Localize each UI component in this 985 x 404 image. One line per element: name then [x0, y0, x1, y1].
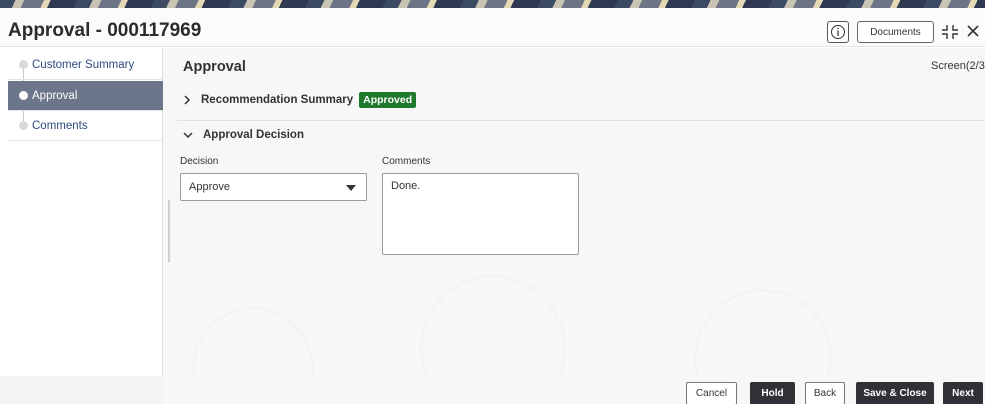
scroll-handle[interactable]	[168, 200, 170, 262]
page-title: Approval - 000117969	[8, 20, 202, 41]
documents-button[interactable]: Documents	[857, 21, 934, 43]
comments-textarea[interactable]: Done.	[382, 173, 579, 255]
sidebar-bottom	[0, 376, 163, 404]
info-button[interactable]	[827, 21, 849, 43]
screen-indicator: Screen(2/3)	[931, 60, 985, 72]
next-button[interactable]: Next	[943, 382, 983, 404]
sidebar-item-comments[interactable]: Comments	[8, 111, 163, 141]
step-dot-icon	[19, 91, 28, 100]
step-dot-icon	[19, 121, 28, 130]
chevron-right-icon	[184, 95, 191, 105]
step-dot-icon	[19, 60, 28, 69]
save-close-button[interactable]: Save & Close	[856, 382, 934, 404]
caret-down-icon	[346, 185, 356, 191]
top-decorative-strip	[0, 0, 985, 8]
cancel-button[interactable]: Cancel	[686, 382, 737, 404]
sidebar-item-label: Comments	[32, 119, 88, 132]
approval-decision-toggle[interactable]: Approval Decision	[183, 124, 304, 146]
decision-value: Approve	[189, 181, 230, 193]
hold-button[interactable]: Hold	[750, 382, 795, 404]
sidebar-item-approval[interactable]: Approval	[8, 81, 163, 111]
decision-select[interactable]: Approve	[180, 173, 367, 201]
section-title: Approval	[183, 59, 246, 75]
divider	[177, 120, 985, 121]
recommendation-summary-toggle[interactable]: Recommendation Summary Approved	[183, 89, 417, 111]
decision-label: Decision	[180, 156, 219, 167]
back-button[interactable]: Back	[805, 382, 845, 404]
sidebar-item-customer-summary[interactable]: Customer Summary	[8, 50, 163, 80]
collapse-icon[interactable]	[941, 24, 959, 40]
info-icon	[831, 25, 845, 39]
sidebar-item-label: Approval	[32, 89, 78, 102]
recommendation-summary-label: Recommendation Summary	[201, 94, 354, 106]
comments-label: Comments	[382, 156, 431, 167]
header-bar: Approval - 000117969 Documents	[0, 8, 985, 47]
status-badge: Approved	[359, 92, 417, 108]
close-icon[interactable]	[966, 24, 980, 38]
chevron-down-icon	[183, 132, 193, 139]
main-panel: Approval Screen(2/3) Recommendation Summ…	[163, 48, 985, 376]
approval-decision-label: Approval Decision	[203, 129, 304, 141]
sidebar-item-label: Customer Summary	[32, 58, 135, 71]
